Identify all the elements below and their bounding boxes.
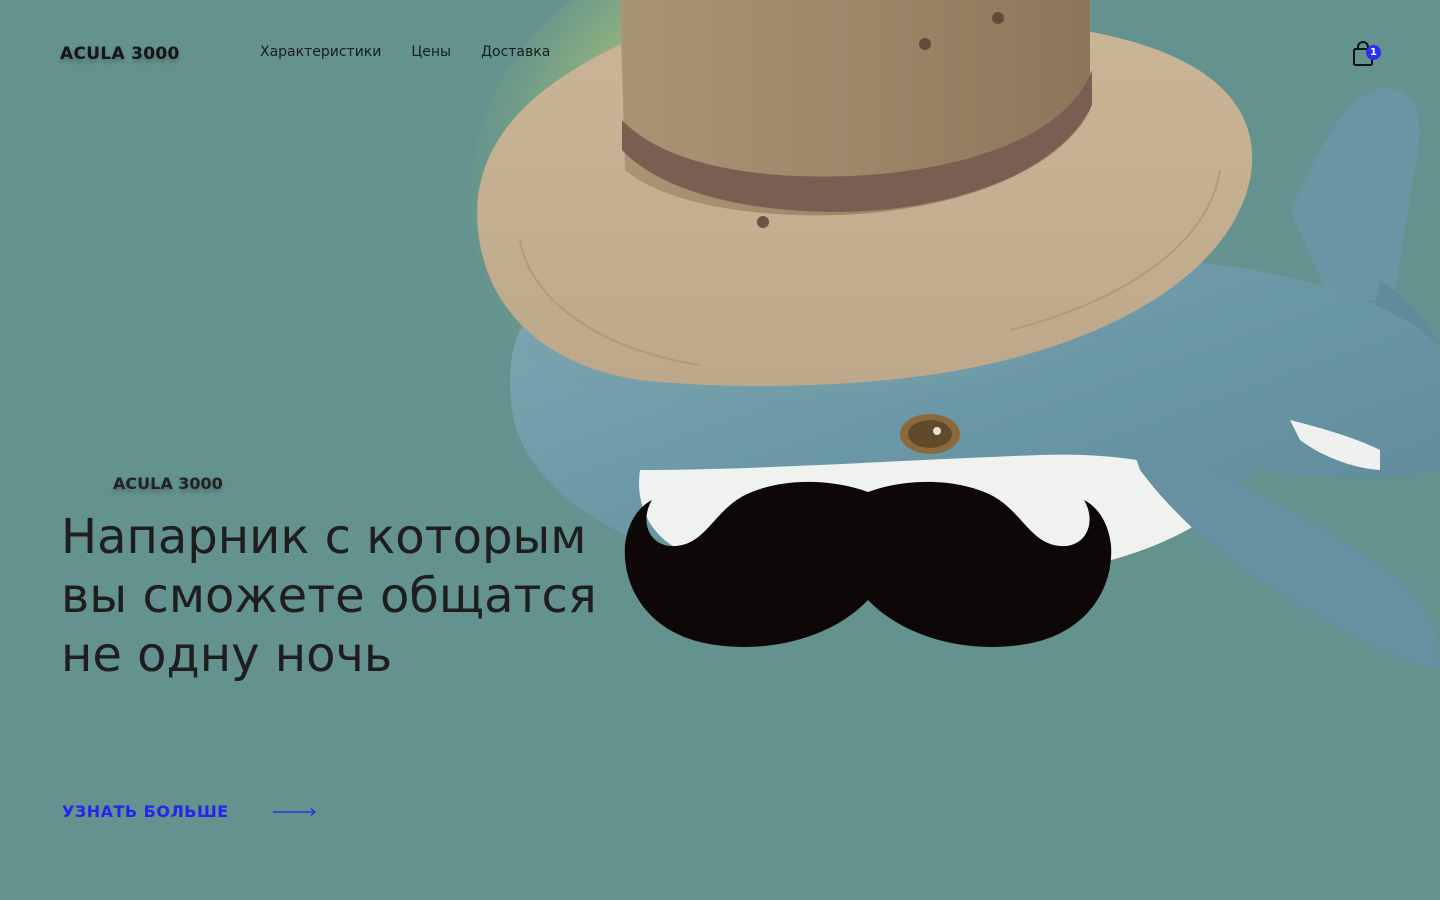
arrow-right-icon: [272, 807, 316, 816]
hero-eyebrow: ACULA 3000: [113, 474, 223, 493]
hero-headline: Напарник с которым вы сможете общатся не…: [61, 509, 597, 683]
learn-more-button[interactable]: УЗНАТЬ БОЛЬШЕ: [62, 802, 317, 821]
nav-link-prices[interactable]: Цены: [411, 44, 451, 60]
nav-link-characteristics[interactable]: Характеристики: [260, 44, 381, 60]
learn-more-label: УЗНАТЬ БОЛЬШЕ: [62, 802, 229, 821]
logo[interactable]: ACULA 3000: [60, 44, 180, 64]
